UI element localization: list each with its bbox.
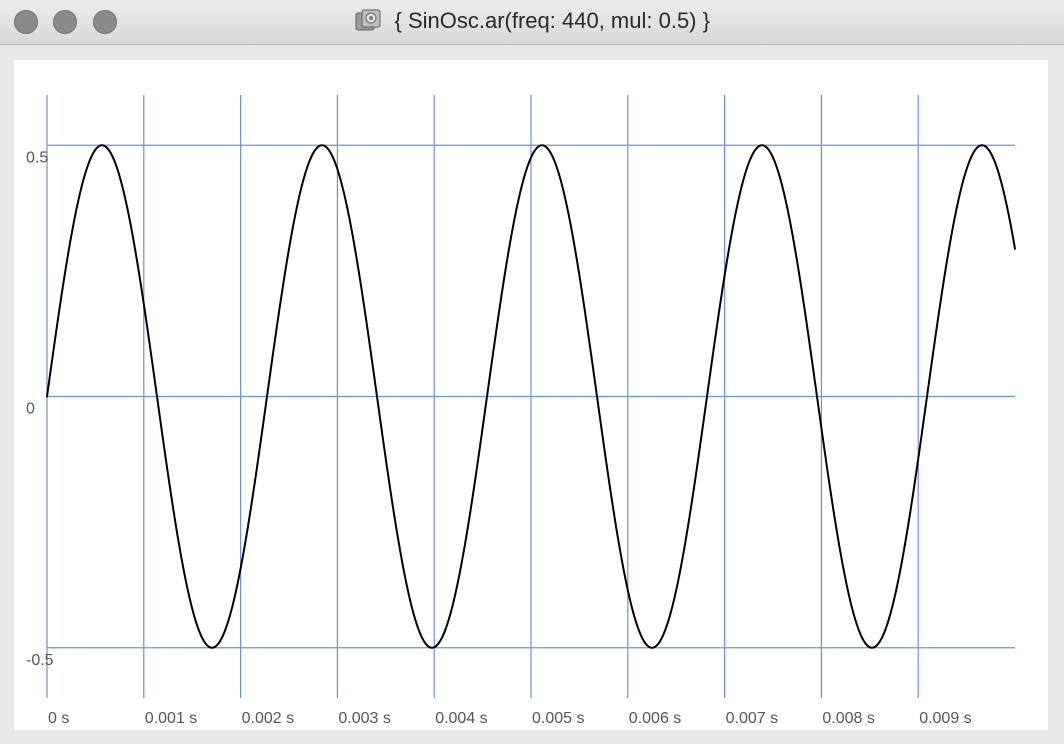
x-tick-label: 0.005 s <box>532 710 584 727</box>
title-bar[interactable]: { SinOsc.ar(freq: 440, mul: 0.5) } <box>0 0 1064 45</box>
plot-content: 0 s 0.001 s 0.002 s 0.003 s 0.004 s 0.005 s 0.… <box>14 60 1048 730</box>
x-tick-label: 0 s <box>48 710 69 727</box>
x-tick-label: 0.008 s <box>822 710 874 727</box>
x-tick-label: 0.003 s <box>338 710 390 727</box>
x-tick-label: 0.006 s <box>629 710 681 727</box>
x-tick-label: 0.002 s <box>242 710 294 727</box>
x-tick-label: 0.009 s <box>919 710 971 727</box>
x-tick-label: 0.007 s <box>726 710 778 727</box>
x-tick-label: 0.004 s <box>435 710 487 727</box>
waveform-plot[interactable]: 0 s 0.001 s 0.002 s 0.003 s 0.004 s 0.005 s 0.… <box>14 60 1048 730</box>
y-tick-label: -0.5 <box>26 652 54 669</box>
title-group: { SinOsc.ar(freq: 440, mul: 0.5) } <box>0 8 1064 34</box>
plot-window: { SinOsc.ar(freq: 440, mul: 0.5) } 0 s 0.… <box>0 0 1064 744</box>
x-tick-label: 0.001 s <box>145 710 197 727</box>
y-tick-label: 0.5 <box>26 149 48 166</box>
document-icon <box>355 9 381 31</box>
y-tick-label: 0 <box>26 401 35 418</box>
window-title: { SinOsc.ar(freq: 440, mul: 0.5) } <box>394 8 710 33</box>
